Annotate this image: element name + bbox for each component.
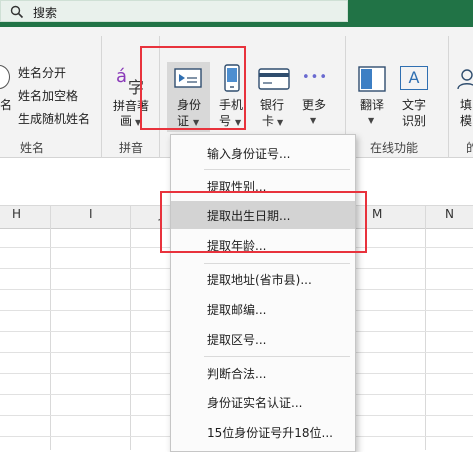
menu-separator (204, 169, 350, 170)
menu-item-validate[interactable]: 判断合法... (171, 359, 355, 387)
highlight-box-id-card (140, 46, 246, 130)
column-divider (425, 205, 426, 450)
menu-item-label: 15位身份证号升18位... (207, 426, 333, 440)
bank-card-label-line1: 银行 (260, 98, 285, 112)
ocr-button[interactable]: A 文字 识别 (396, 62, 434, 132)
ribbon-separator (101, 36, 102, 158)
menu-item-label: 提取区号... (207, 333, 267, 347)
menu-item-input-id[interactable]: 输入身份证号... (171, 139, 355, 167)
menu-item-extract-address[interactable]: 提取地址(省市县)... (171, 265, 355, 293)
online-group-label: 在线功能 (370, 141, 419, 155)
menu-item-label: 身份证实名认证... (207, 396, 303, 410)
more-button[interactable]: ••• 更多 ▼ (298, 62, 334, 132)
column-header-m[interactable]: M (372, 207, 382, 221)
ocr-icon: A (400, 66, 428, 90)
fill-template-button[interactable]: 填 模 (454, 62, 473, 132)
column-header-h[interactable]: H (12, 207, 21, 221)
pinyin-group-label: 拼音 (119, 141, 144, 155)
menu-item-realname-verify[interactable]: 身份证实名认证... (171, 388, 355, 416)
menu-item-upgrade-15-to-18[interactable]: 15位身份证号升18位... (171, 418, 355, 446)
ocr-label-line2: 识别 (402, 114, 427, 128)
menu-item-extract-areacode[interactable]: 提取区号... (171, 325, 355, 353)
ocr-icon-letter: A (408, 68, 420, 87)
translate-icon (358, 66, 386, 92)
menu-separator (204, 356, 350, 357)
person-icon (457, 69, 473, 90)
bank-card-icon (258, 68, 290, 90)
bank-card-button[interactable]: 银行 卡 ▼ (255, 62, 293, 132)
menu-item-label: 判断合法... (207, 367, 267, 381)
translate-button[interactable]: 翻译 ▼ (354, 62, 392, 132)
highlight-box-birthdate (160, 191, 367, 253)
chevron-down-icon: ▼ (277, 118, 284, 127)
search-icon (10, 5, 24, 19)
ocr-label-line1: 文字 (402, 98, 427, 112)
random-name-label: 生成随机姓名 (18, 112, 91, 126)
translate-label: 翻译 (360, 98, 385, 112)
chevron-down-icon: ▼ (368, 116, 375, 125)
fill-label-line1: 填 (460, 98, 473, 112)
chevron-down-icon: ▼ (310, 116, 317, 125)
title-bar: 搜索 (0, 0, 473, 27)
column-header-n[interactable]: N (445, 207, 454, 221)
menu-separator (204, 263, 350, 264)
pinyin-accent-icon: á (116, 66, 128, 87)
column-divider (130, 205, 131, 450)
menu-item-extract-postcode[interactable]: 提取邮编... (171, 295, 355, 323)
more-label: 更多 (302, 98, 327, 112)
menu-item-label: 提取邮编... (207, 303, 267, 317)
pinyin-label-line2: 画 (120, 114, 133, 128)
menu-item-label: 提取地址(省市县)... (207, 273, 312, 287)
name-group-label: 姓名 (20, 141, 45, 155)
bank-card-label-line2: 卡 (262, 114, 275, 128)
column-divider (50, 205, 51, 450)
ribbon-separator (448, 36, 449, 158)
name-add-space-label: 姓名加空格 (18, 89, 79, 103)
search-box[interactable]: 搜索 (0, 0, 348, 22)
right-group-label: 的 (466, 141, 473, 155)
name-fragment: 名 (0, 98, 13, 112)
split-name-label: 姓名分开 (18, 66, 67, 80)
id-card-dropdown-menu: 输入身份证号... 提取性别... 提取出生日期... 提取年龄... 提取地址… (170, 134, 356, 452)
fill-label-line2: 模 (460, 114, 473, 128)
column-header-i[interactable]: I (89, 207, 93, 221)
more-dots-icon: ••• (302, 70, 329, 85)
search-label: 搜索 (33, 6, 58, 20)
menu-item-label: 输入身份证号... (207, 147, 291, 161)
